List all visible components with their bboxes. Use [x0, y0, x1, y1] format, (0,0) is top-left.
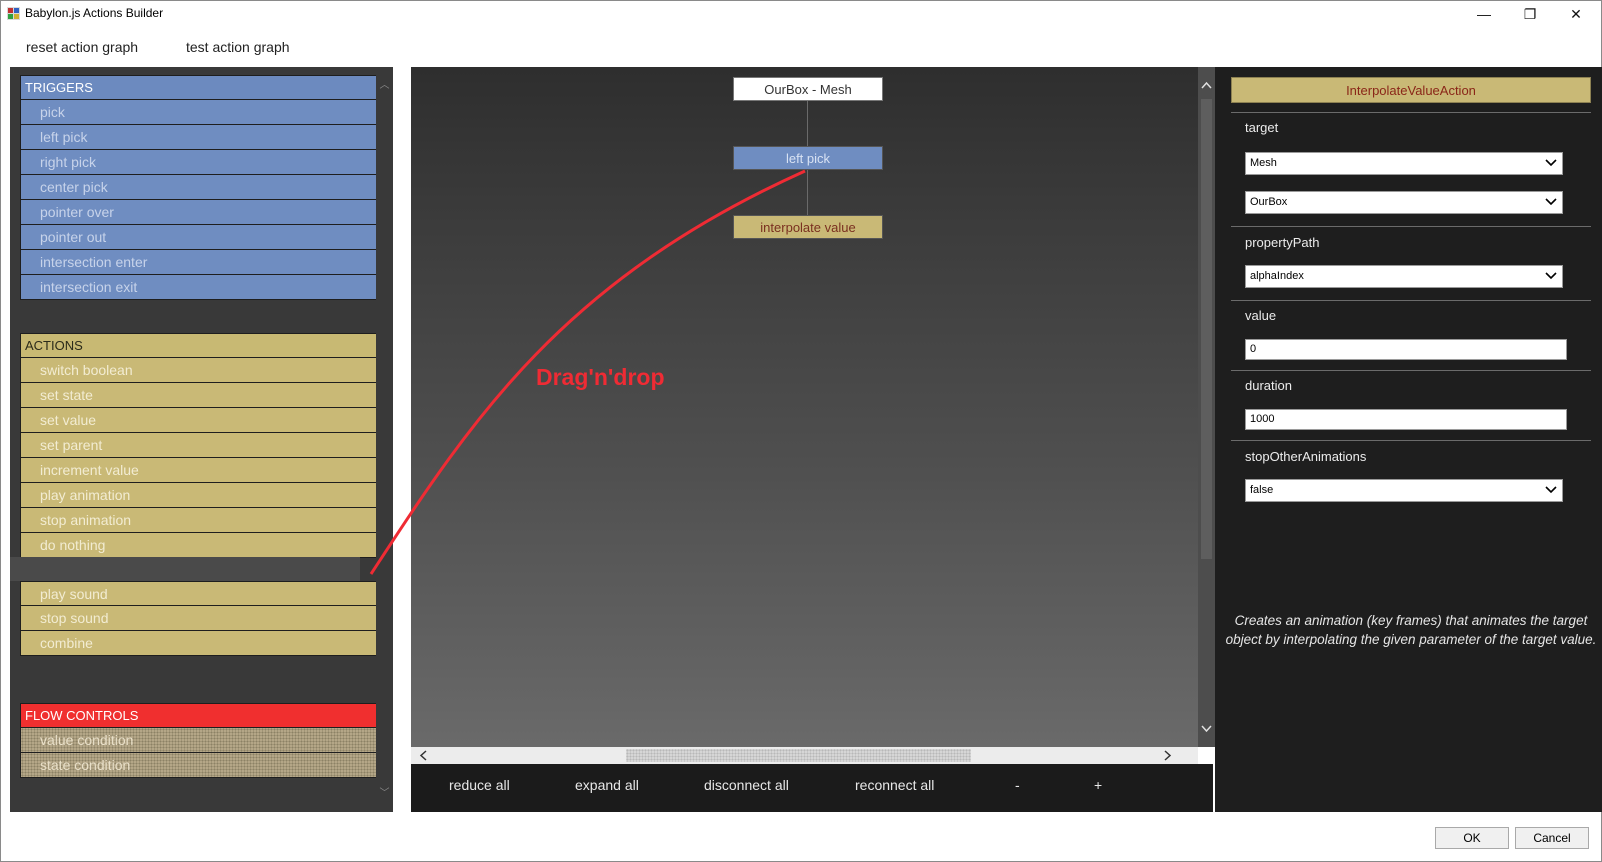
test-action-graph-button[interactable]: test action graph — [186, 39, 290, 55]
graph-toolbar: reduce all expand all disconnect all rec… — [411, 764, 1213, 812]
actions-group: ACTIONS switch boolean set state set val… — [20, 333, 380, 558]
trigger-item-intersection-exit[interactable]: intersection exit — [20, 275, 380, 300]
action-node-interpolate-value[interactable]: interpolate value — [733, 215, 883, 239]
app-icon — [7, 7, 20, 20]
flow-controls-header: FLOW CONTROLS — [20, 703, 380, 728]
chevron-down-icon — [1545, 486, 1557, 494]
reconnect-all-button[interactable]: reconnect all — [855, 777, 934, 793]
zoom-in-button[interactable]: + — [1094, 777, 1102, 793]
actions-builder-window: Babylon.js Actions Builder — ❐ ✕ reset a… — [0, 0, 1602, 862]
ok-button[interactable]: OK — [1435, 827, 1509, 849]
reset-action-graph-button[interactable]: reset action graph — [26, 39, 138, 55]
section-divider — [1231, 440, 1591, 441]
action-item-stop-sound[interactable]: stop sound — [20, 606, 380, 631]
trigger-node-left-pick[interactable]: left pick — [733, 146, 883, 170]
drag-and-drop-annotation: Drag'n'drop — [536, 364, 665, 390]
trigger-item-left-pick[interactable]: left pick — [20, 125, 380, 150]
value-input[interactable]: 0 — [1245, 339, 1567, 360]
action-item-switch-boolean[interactable]: switch boolean — [20, 358, 380, 383]
target-type-value: Mesh — [1250, 157, 1277, 169]
mesh-node[interactable]: OurBox - Mesh — [733, 77, 883, 101]
target-type-select[interactable]: Mesh — [1245, 152, 1563, 175]
zoom-out-button[interactable]: - — [1015, 777, 1020, 793]
graph-link — [807, 170, 808, 215]
action-item-do-nothing[interactable]: do nothing — [20, 533, 380, 558]
value-label: value — [1245, 308, 1277, 323]
cancel-button[interactable]: Cancel — [1515, 827, 1589, 849]
trigger-item-center-pick[interactable]: center pick — [20, 175, 380, 200]
disconnect-all-button[interactable]: disconnect all — [704, 777, 789, 793]
stop-other-animations-label: stopOtherAnimations — [1245, 449, 1367, 464]
action-item-play-animation[interactable]: play animation — [20, 483, 380, 508]
action-item-combine[interactable]: combine — [20, 631, 380, 656]
actions-header: ACTIONS — [20, 333, 380, 358]
action-description: Creates an animation (key frames) that a… — [1225, 613, 1597, 647]
menu-bar: reset action graph test action graph — [1, 33, 1601, 63]
action-item-set-parent[interactable]: set parent — [20, 433, 380, 458]
action-item-set-value[interactable]: set value — [20, 408, 380, 433]
property-path-select[interactable]: alphaIndex — [1245, 265, 1563, 288]
trigger-item-pick[interactable]: pick — [20, 100, 380, 125]
scroll-thumb[interactable] — [1201, 99, 1212, 559]
scroll-thumb[interactable] — [626, 749, 971, 762]
chevron-down-icon — [1545, 272, 1557, 280]
stop-other-animations-value: false — [1250, 484, 1274, 496]
triggers-group: TRIGGERS pick left pick right pick cente… — [20, 75, 380, 300]
trigger-item-pointer-over[interactable]: pointer over — [20, 200, 380, 225]
triggers-header: TRIGGERS — [20, 75, 380, 100]
duration-input[interactable]: 1000 — [1245, 409, 1567, 430]
expand-all-button[interactable]: expand all — [575, 777, 639, 793]
drag-gap — [10, 557, 360, 581]
action-item-set-state[interactable]: set state — [20, 383, 380, 408]
chevron-down-icon[interactable] — [1201, 725, 1212, 733]
reduce-all-button[interactable]: reduce all — [449, 777, 510, 793]
flow-controls-group: FLOW CONTROLS value condition state cond… — [20, 703, 380, 778]
scroll-up-icon[interactable]: ︿ — [376, 77, 393, 94]
target-name-value: OurBox — [1250, 196, 1288, 208]
minimize-button[interactable]: — — [1461, 1, 1507, 27]
graph-link — [807, 101, 808, 146]
chevron-right-icon[interactable] — [1164, 750, 1172, 761]
stop-other-animations-select[interactable]: false — [1245, 479, 1563, 502]
chevron-up-icon[interactable] — [1201, 81, 1212, 89]
window-title: Babylon.js Actions Builder — [25, 6, 164, 20]
flow-item-state-condition[interactable]: state condition — [20, 753, 380, 778]
chevron-down-icon — [1545, 159, 1557, 167]
close-button[interactable]: ✕ — [1553, 1, 1599, 27]
duration-label: duration — [1245, 378, 1292, 393]
canvas-horizontal-scrollbar[interactable] — [411, 747, 1198, 764]
action-item-play-sound[interactable]: play sound — [20, 581, 380, 606]
trigger-item-right-pick[interactable]: right pick — [20, 150, 380, 175]
toolbox-scrollbar[interactable]: ︿ ﹀ — [376, 67, 393, 812]
toolbox-panel: TRIGGERS pick left pick right pick cente… — [10, 67, 393, 812]
flow-item-value-condition[interactable]: value condition — [20, 728, 380, 753]
chevron-down-icon — [1545, 198, 1557, 206]
target-label: target — [1245, 120, 1279, 135]
trigger-item-pointer-out[interactable]: pointer out — [20, 225, 380, 250]
property-path-label: propertyPath — [1245, 235, 1320, 250]
chevron-left-icon[interactable] — [419, 750, 427, 761]
section-divider — [1231, 112, 1591, 113]
maximize-button[interactable]: ❐ — [1507, 1, 1553, 27]
action-item-increment-value[interactable]: increment value — [20, 458, 380, 483]
graph-canvas[interactable]: OurBox - Mesh left pick interpolate valu… — [411, 67, 1198, 747]
canvas-vertical-scrollbar[interactable] — [1198, 67, 1215, 747]
scroll-down-icon[interactable]: ﹀ — [376, 785, 393, 802]
property-path-value: alphaIndex — [1250, 270, 1304, 282]
parameters-panel: InterpolateValueAction target Mesh OurBo… — [1215, 67, 1602, 812]
actions-group-continued: play sound stop sound combine — [20, 581, 380, 656]
section-divider — [1231, 300, 1591, 301]
trigger-item-intersection-enter[interactable]: intersection enter — [20, 250, 380, 275]
action-item-stop-animation[interactable]: stop animation — [20, 508, 380, 533]
title-bar: Babylon.js Actions Builder — ❐ ✕ — [1, 1, 1601, 27]
selected-action-title: InterpolateValueAction — [1231, 77, 1591, 103]
section-divider — [1231, 370, 1591, 371]
section-divider — [1231, 226, 1591, 227]
target-name-select[interactable]: OurBox — [1245, 191, 1563, 214]
